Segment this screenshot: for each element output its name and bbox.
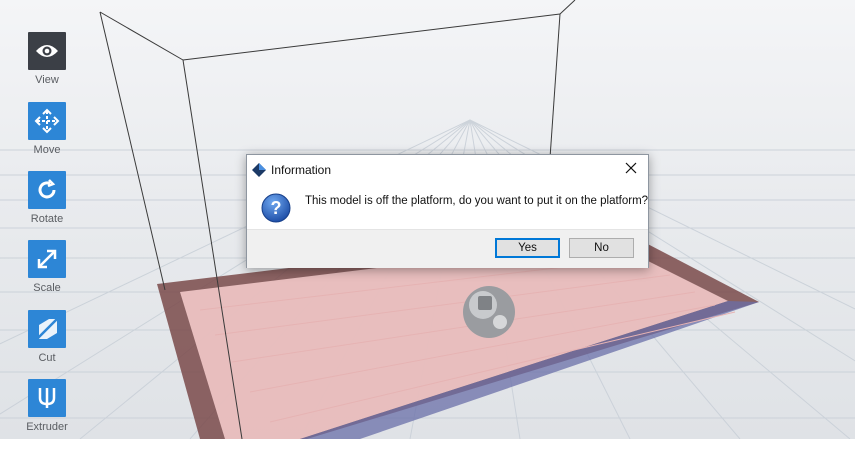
cut-icon [28,310,66,348]
tool-cut[interactable]: Cut [22,310,74,380]
information-dialog: Information ? This model is off the plat… [246,154,649,268]
tool-view[interactable]: View [22,32,74,102]
tool-view-label: View [35,74,59,86]
tool-move-label: Move [33,144,61,156]
tool-scale-label: Scale [33,282,61,294]
model-dice [463,286,515,338]
tool-cut-label: Cut [38,352,56,364]
svg-text:?: ? [271,198,282,218]
tool-rotate-label: Rotate [30,213,64,225]
no-button[interactable]: No [569,238,634,258]
eye-icon [28,32,66,70]
tool-move[interactable]: Move [22,102,74,172]
dialog-titlebar[interactable]: Information [247,155,648,185]
close-icon [625,161,637,179]
rotate-icon [28,171,66,209]
dialog-title: Information [271,163,332,177]
question-icon: ? [261,193,291,228]
tool-scale[interactable]: Scale [22,240,74,310]
app-logo-icon [251,162,267,183]
yes-button[interactable]: Yes [495,238,560,258]
dialog-body: ? This model is off the platform, do you… [247,185,648,229]
extruder-icon [28,379,66,417]
scale-arrow-icon [28,240,66,278]
move-arrows-icon [28,102,66,140]
close-button[interactable] [620,159,642,181]
tool-extruder-label: Extruder [26,421,68,433]
tool-rotate[interactable]: Rotate [22,171,74,241]
dialog-message: This model is off the platform, do you w… [305,195,649,207]
dialog-footer: Yes No [247,229,648,268]
